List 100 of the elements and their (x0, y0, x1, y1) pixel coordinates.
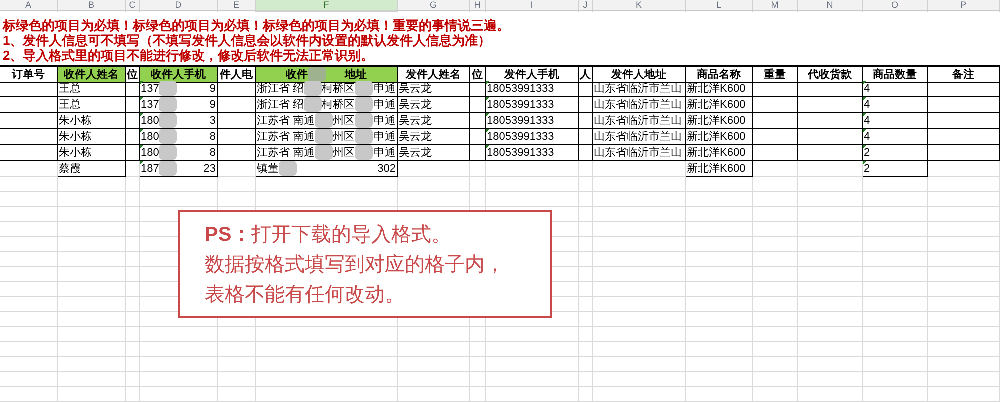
empty-cell (218, 357, 256, 372)
empty-cell (579, 312, 593, 327)
empty-cell (0, 312, 58, 327)
empty-cell (470, 372, 486, 387)
redaction-mark (159, 97, 178, 112)
cell-text: 州区 (333, 114, 356, 128)
empty-cell (686, 312, 753, 327)
cell-text: 蔡霞 (59, 162, 81, 176)
cell-text: 4 (864, 130, 870, 144)
cell-text: 9 (210, 82, 216, 96)
empty-cell (126, 192, 140, 207)
column-header-text: 发件人姓名 (406, 68, 461, 82)
empty-cell (470, 357, 486, 372)
empty-cell (218, 342, 256, 357)
column-letter[interactable]: G (398, 0, 470, 12)
empty-cell (0, 357, 58, 372)
empty-cell (798, 372, 863, 387)
empty-cell (863, 237, 928, 252)
column-letter[interactable]: B (58, 0, 126, 12)
cell-text: 18053991333 (487, 130, 554, 144)
column-letter[interactable]: H (470, 0, 486, 12)
empty-cell (686, 342, 753, 357)
empty-cell (0, 192, 58, 207)
note-text: 1、发件人信息可不填写（不填写发件人信息会以软件内设置的默认发件人信息为准） (2, 33, 492, 48)
empty-cell (798, 252, 863, 267)
empty-cell (0, 237, 58, 252)
empty-cell (126, 357, 140, 372)
column-letter[interactable]: I (486, 0, 579, 12)
empty-cell (753, 387, 798, 402)
empty-cell (753, 192, 798, 207)
empty-cell (863, 267, 928, 282)
empty-cell (579, 252, 593, 267)
cell-text: 王总 (59, 82, 81, 96)
cell-text: 王总 (59, 98, 81, 112)
empty-cell (218, 177, 256, 192)
column-letter[interactable]: F (256, 0, 398, 12)
empty-cell (753, 327, 798, 342)
cell-text: 180 (141, 114, 160, 128)
empty-cell (798, 267, 863, 282)
column-header-text: 发件人地址 (612, 68, 666, 82)
empty-cell (398, 192, 470, 207)
cell-text: 申通 (374, 114, 396, 128)
column-header-text: 收件人手机 (151, 68, 206, 82)
cell-text: 137 (141, 98, 160, 112)
empty-cell (686, 372, 753, 387)
cell-text: 4 (864, 98, 870, 112)
empty-cell (579, 161, 593, 177)
empty-cell (58, 387, 126, 402)
column-header-text: 发件人手机 (504, 68, 560, 82)
empty-cell (218, 192, 256, 207)
empty-cell (579, 342, 593, 357)
column-header-text: 位 (127, 68, 138, 82)
empty-cell (579, 327, 593, 342)
column-letter[interactable]: K (593, 0, 686, 12)
empty-cell (798, 237, 863, 252)
empty-cell (928, 357, 1000, 372)
empty-cell (928, 192, 1000, 207)
cell-text: 吴云龙 (399, 98, 432, 112)
empty-cell (579, 237, 593, 252)
empty-cell (928, 177, 1000, 192)
column-letter[interactable]: C (126, 0, 140, 12)
empty-cell (579, 387, 593, 402)
cell-text: 山东省临沂市兰山 (594, 82, 682, 96)
cell-text: 吴云龙 (399, 114, 432, 128)
column-letter[interactable]: O (863, 0, 928, 12)
empty-cell (579, 192, 593, 207)
empty-cell (126, 177, 140, 192)
column-letter[interactable]: P (928, 0, 1000, 12)
column-header-text: 收件人姓名 (64, 68, 119, 82)
empty-cell (0, 161, 58, 177)
column-letter[interactable]: M (753, 0, 798, 12)
empty-cell (753, 372, 798, 387)
column-letter[interactable]: N (798, 0, 863, 12)
empty-cell (58, 357, 126, 372)
empty-cell (58, 177, 126, 192)
column-letter[interactable]: D (140, 0, 218, 12)
empty-cell (863, 192, 928, 207)
column-letter[interactable]: J (579, 0, 593, 12)
empty-cell (928, 207, 1000, 222)
cell-text: 柯桥区 (322, 98, 356, 112)
empty-cell (398, 161, 470, 177)
empty-cell (579, 372, 593, 387)
column-header-text: 件人电 (220, 68, 253, 82)
redaction-mark (315, 145, 334, 160)
empty-cell (928, 387, 1000, 402)
empty-cell (579, 282, 593, 297)
redaction-mark (159, 161, 178, 176)
empty-cell (753, 312, 798, 327)
empty-cell (0, 297, 58, 312)
cell-text: 江苏省 南通 (257, 114, 316, 128)
column-letter[interactable]: A (0, 0, 58, 12)
column-letter[interactable]: L (686, 0, 753, 12)
empty-cell (863, 282, 928, 297)
empty-cell (218, 387, 256, 402)
callout-text: 数据按格式填写到对应的格子内， (205, 253, 505, 278)
cell-text: 柯桥区 (322, 82, 356, 96)
cell-text: 3 (210, 114, 216, 128)
empty-cell (863, 207, 928, 222)
empty-cell (0, 327, 58, 342)
empty-cell (0, 207, 58, 222)
